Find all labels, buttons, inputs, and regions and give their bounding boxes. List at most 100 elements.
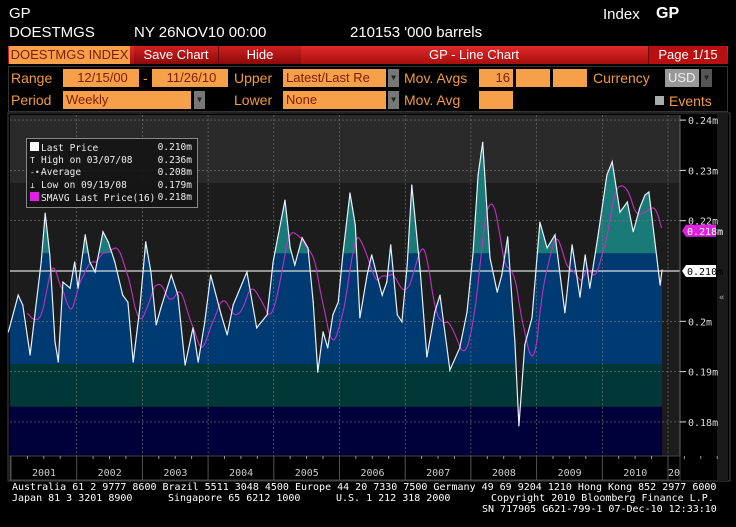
price-point [648, 191, 650, 193]
price-point [518, 425, 520, 427]
legend-item: ⊥ Low on 09/19/08 0.179m [30, 180, 194, 192]
price-point [589, 287, 591, 289]
price-point [40, 261, 42, 263]
legend-value: 0.218m [157, 192, 192, 204]
collapse-axis-icon[interactable]: « [719, 293, 724, 303]
x-tick-label: 2003 [163, 468, 187, 479]
footer-us: U.S. 1 212 318 2000 [336, 493, 451, 504]
price-point [220, 314, 222, 316]
y-tick-label: 0.2m [688, 317, 712, 328]
price-point [564, 312, 566, 314]
price-point [571, 244, 573, 246]
price-point [332, 314, 334, 316]
legend-label: Last Price [41, 143, 99, 154]
x-tick-label: 2006 [360, 468, 384, 479]
price-point [371, 254, 373, 256]
price-point [57, 361, 59, 363]
price-point [210, 274, 212, 276]
price-point [69, 287, 71, 289]
price-point [644, 194, 646, 196]
legend-label: SMAVG Last Price(16) [41, 193, 156, 205]
price-point [597, 237, 599, 239]
legend-label: High on 03/07/08 [41, 154, 133, 166]
price-point [177, 294, 179, 296]
price-point [150, 271, 152, 273]
price-point [170, 274, 172, 276]
price-point [381, 294, 383, 296]
x-tick-label: 2009 [558, 468, 582, 479]
price-point [459, 347, 461, 349]
price-point [204, 321, 206, 323]
y-tick-label: 0.23m [688, 166, 718, 177]
price-point [439, 294, 441, 296]
price-point [155, 324, 157, 326]
low-marker-icon: ⊥ [30, 180, 35, 190]
legend-label: Average [41, 167, 82, 179]
price-point [546, 247, 548, 249]
price-point [482, 141, 484, 143]
chart-legend: Last Price 0.210m T High on 03/07/08 0.236m -… [26, 138, 198, 208]
price-point [524, 344, 526, 346]
price-point [654, 241, 656, 243]
price-point [184, 364, 186, 366]
price-point [44, 212, 46, 214]
price-point [507, 236, 509, 238]
price-point [89, 261, 91, 263]
price-point [359, 317, 361, 319]
price-point [54, 341, 56, 343]
price-point [632, 231, 634, 233]
legend-label: Low on 09/19/08 [41, 179, 127, 191]
footer-japan: Japan 81 3 3201 8900 [12, 493, 133, 504]
price-point [256, 327, 258, 329]
footer-copyright: Copyright 2010 Bloomberg Finance L.P. [491, 493, 714, 504]
price-point [366, 274, 368, 276]
price-point [317, 371, 319, 373]
y-tick-label: 0.24m [688, 116, 718, 127]
price-point [531, 317, 533, 319]
price-point [514, 341, 516, 343]
price-point [192, 327, 194, 329]
price-point [312, 301, 314, 303]
price-point [7, 331, 9, 333]
price-point [390, 244, 392, 246]
price-point [619, 211, 621, 213]
price-point [337, 301, 339, 303]
price-point [102, 231, 104, 233]
price-point [29, 354, 31, 356]
sma-last-tag-label: 0.218m [687, 227, 723, 238]
x-tick-label: 2001 [32, 468, 56, 479]
y-tick-label: 0.19m [688, 368, 718, 379]
price-point [74, 261, 76, 263]
x-tick-label: 2007 [426, 468, 450, 479]
last-price-swatch-icon [30, 142, 41, 155]
high-marker-icon: T [30, 155, 35, 165]
price-point [84, 234, 86, 236]
area-band-bottom [10, 406, 663, 456]
price-point [294, 264, 296, 266]
legend-item: Last Price 0.210m [30, 142, 194, 154]
x-tick-label: 2010 [623, 468, 647, 479]
legend-value: 0.210m [157, 142, 192, 153]
footer-serial: SN 717905 G621-799-1 07-Dec-10 12:33:10 [482, 504, 717, 515]
legend-item: SMAVG Last Price(16) 0.218m [30, 192, 194, 204]
price-point [289, 247, 291, 249]
x-tick-label: 2008 [492, 468, 516, 479]
price-point [411, 184, 413, 186]
x-tick-label: 2005 [295, 468, 319, 479]
price-point [132, 361, 134, 363]
price-point [449, 369, 451, 371]
price-point [307, 247, 309, 249]
legend-item: T High on 03/07/08 0.236m [30, 155, 194, 167]
x-tick-label: 2002 [98, 468, 122, 479]
price-point [107, 241, 109, 243]
price-point [606, 174, 608, 176]
price-point [349, 192, 351, 194]
price-point [77, 287, 79, 289]
price-point [501, 274, 503, 276]
price-point [434, 311, 436, 313]
price-point [122, 294, 124, 296]
price-point [626, 201, 628, 203]
price-point [466, 311, 468, 313]
price-point [396, 314, 398, 316]
price-point [226, 334, 228, 336]
